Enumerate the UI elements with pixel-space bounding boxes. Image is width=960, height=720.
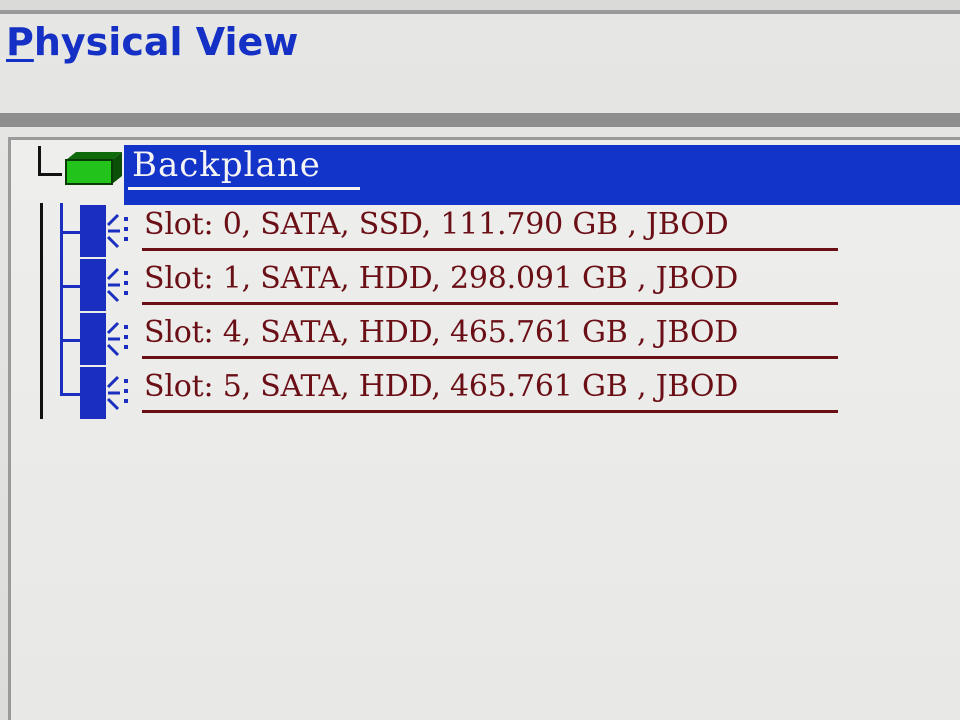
- tree-node-drive[interactable]: Slot: 5, SATA, HDD, 465.761 GB , JBOD: [44, 365, 844, 419]
- drive-underline: [142, 302, 838, 305]
- title-hotkey: P: [6, 20, 34, 64]
- drive-icon: [80, 259, 128, 311]
- tree-branch-line: [60, 311, 63, 365]
- drive-label: Slot: 5, SATA, HDD, 465.761 GB , JBOD: [144, 369, 739, 404]
- backplane-label: Backplane: [132, 145, 321, 185]
- top-border: [0, 0, 960, 14]
- backplane-underline: [128, 187, 360, 190]
- tree-branch-line: [60, 203, 63, 257]
- title-rest: hysical View: [33, 20, 299, 64]
- drive-label: Slot: 0, SATA, SSD, 111.790 GB , JBOD: [144, 207, 729, 242]
- drive-underline: [142, 356, 838, 359]
- drive-icon: [80, 205, 128, 257]
- tree-root-connector: [38, 146, 62, 176]
- tree-node-drive[interactable]: Slot: 1, SATA, HDD, 298.091 GB , JBOD: [44, 257, 844, 311]
- tree-node-drive[interactable]: Slot: 4, SATA, HDD, 465.761 GB , JBOD: [44, 311, 844, 365]
- drive-label: Slot: 4, SATA, HDD, 465.761 GB , JBOD: [144, 315, 739, 350]
- page-title: Physical View: [6, 18, 298, 66]
- drive-label: Slot: 1, SATA, HDD, 298.091 GB , JBOD: [144, 261, 739, 296]
- drive-icon: [80, 313, 128, 365]
- backplane-icon: [65, 152, 122, 185]
- drive-underline: [142, 248, 838, 251]
- drive-icon: [80, 367, 128, 419]
- tree-node-drive[interactable]: Slot: 0, SATA, SSD, 111.790 GB , JBOD: [44, 203, 844, 257]
- drive-underline: [142, 410, 838, 413]
- tree-node-backplane[interactable]: Backplane: [124, 145, 960, 205]
- tree-branch-line: [60, 365, 63, 395]
- tree-trunk-line: [40, 203, 43, 419]
- tree-branch-line: [60, 257, 63, 311]
- physical-view-screen: Physical View Backplane Slot: 0, SATA, S…: [0, 0, 960, 720]
